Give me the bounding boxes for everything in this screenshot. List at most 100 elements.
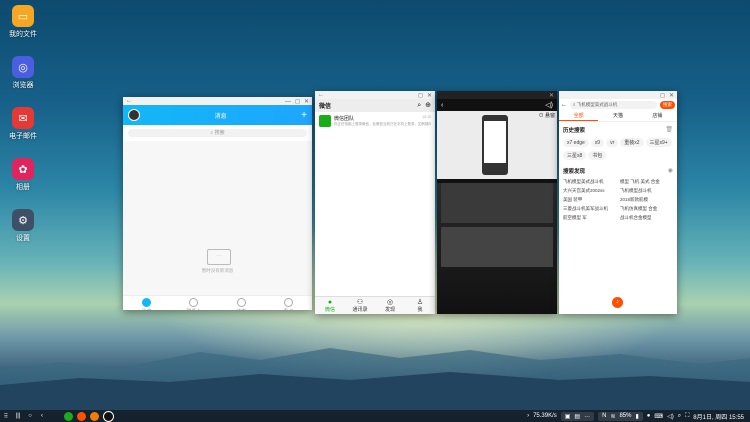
- qq-header-title: 消息: [214, 113, 227, 120]
- wechat-tab[interactable]: ◎ 发现: [375, 298, 405, 313]
- minimize-icon[interactable]: —: [285, 99, 291, 105]
- back-icon[interactable]: ‹: [36, 413, 48, 419]
- tab-label: 通讯录: [352, 307, 368, 313]
- wechat-team-avatar: [319, 115, 331, 127]
- mountain-silhouette: [0, 348, 750, 410]
- trash-icon[interactable]: 🗑: [665, 126, 673, 134]
- history-chip[interactable]: 三星s8: [563, 151, 587, 160]
- video-feed: [437, 183, 557, 313]
- apps-grid-icon[interactable]: ⠿: [0, 413, 12, 420]
- back-icon[interactable]: ‹: [441, 102, 443, 109]
- search-input[interactable]: ⌕ 飞机模型美式战斗机: [570, 101, 657, 109]
- discover-item[interactable]: 战斗机合金模型: [620, 213, 673, 222]
- wechat-title: 微信: [319, 104, 332, 110]
- wechat-tab[interactable]: ⚇ 通讯录: [345, 298, 375, 313]
- qq-tab[interactable]: 联系人: [170, 296, 217, 310]
- eye-icon[interactable]: ◉: [668, 167, 673, 175]
- sound-icon[interactable]: ◁): [667, 413, 674, 420]
- wechat-app-icon[interactable]: [64, 411, 73, 421]
- avatar[interactable]: [128, 109, 140, 121]
- taobao-app-icon[interactable]: [77, 411, 86, 421]
- qq-search-bar[interactable]: ⌕ 搜索: [128, 129, 307, 137]
- back-icon[interactable]: ←: [126, 98, 132, 104]
- desktop-icon[interactable]: ◎ 浏览器: [6, 56, 40, 90]
- status-group[interactable]: N ≋ 85% ▮: [598, 411, 643, 421]
- tab-icon: [283, 298, 293, 307]
- screenshot-icon: ▣: [564, 413, 571, 420]
- search-tab[interactable]: 店铺: [638, 111, 677, 121]
- wechat-tab[interactable]: ♙ 我: [405, 298, 435, 313]
- qq-tab[interactable]: 动态: [218, 296, 265, 310]
- recent-apps-icon[interactable]: |||: [12, 413, 24, 419]
- floating-window-button[interactable]: ⊙ 悬窗: [539, 112, 555, 119]
- video-window: ✕ ‹ ◁) ⊙ 悬窗: [437, 91, 557, 314]
- qq-tab[interactable]: 看点: [265, 296, 312, 310]
- discover-item[interactable]: 美国 装甲: [563, 195, 616, 204]
- discover-item[interactable]: 飞机模型美式战斗机: [563, 177, 616, 186]
- video-app-icon[interactable]: [90, 411, 99, 421]
- video-frame[interactable]: ⊙ 悬窗: [437, 111, 557, 179]
- desktop-icon[interactable]: ✉ 电子邮件: [6, 107, 40, 141]
- home-icon[interactable]: ○: [24, 413, 36, 419]
- datetime: 8月1日, 周四 15:55: [693, 414, 744, 421]
- expand-icon[interactable]: ›: [527, 413, 529, 419]
- search-button[interactable]: 搜索: [660, 101, 675, 109]
- maximize-icon[interactable]: ◻: [295, 99, 300, 105]
- discover-item[interactable]: 航空模型 军: [563, 213, 616, 222]
- voice-search-icon[interactable]: ♪: [612, 297, 623, 308]
- tab-label: 我: [417, 307, 423, 313]
- discover-title: 搜索发现: [563, 169, 586, 175]
- maximize-icon[interactable]: ◻: [660, 93, 665, 99]
- notification-group[interactable]: ▣ ▤…: [560, 411, 595, 421]
- discover-item[interactable]: 模型 飞机 美式 合金: [620, 177, 673, 186]
- desktop-icon[interactable]: ▭ 我的文件: [6, 5, 40, 39]
- search-query: 飞机模型美式战斗机: [576, 102, 618, 107]
- qq-app-icon[interactable]: [103, 410, 114, 422]
- discover-item[interactable]: 大兴天宫美式2002ss: [563, 186, 616, 195]
- desktop-icon-label: 设置: [16, 235, 30, 242]
- history-list: x7 edge x9 vr 重装x2 三星s9+ 三星s8 书包: [559, 134, 677, 164]
- keyboard-icon[interactable]: ⌨: [654, 413, 663, 420]
- add-icon[interactable]: +: [301, 110, 307, 121]
- back-icon[interactable]: ←: [318, 92, 324, 98]
- discover-item[interactable]: 三菱战斗机美军战斗机: [563, 204, 616, 213]
- discover-item[interactable]: 飞机模型战斗机: [620, 186, 673, 195]
- chat-list-item[interactable]: 微信团队 你正在电脑上登录微信，此微信当前已在手机上登录，如有疑问… 10:10: [315, 112, 435, 130]
- close-icon[interactable]: ✕: [304, 99, 309, 105]
- search-tab[interactable]: 全部: [559, 111, 599, 121]
- gallery-icon: ▤: [574, 413, 581, 420]
- capture-icon[interactable]: ⛶: [685, 413, 689, 420]
- empty-text: 暂时没有新消息: [201, 268, 234, 273]
- close-icon[interactable]: ✕: [427, 93, 432, 99]
- search-titlebar: ◻ ✕: [559, 91, 677, 99]
- history-chip[interactable]: 三星s9+: [645, 138, 672, 147]
- search-icon[interactable]: ⌕: [678, 413, 681, 420]
- desktop-icon[interactable]: ✿ 相册: [6, 158, 40, 192]
- back-icon[interactable]: ←: [561, 102, 567, 108]
- close-icon[interactable]: ✕: [549, 93, 554, 99]
- history-chip[interactable]: 重装x2: [620, 138, 644, 147]
- add-circle-icon[interactable]: ⊕: [425, 102, 431, 109]
- search-icon[interactable]: ⌕: [417, 102, 421, 109]
- chat-icon: ●: [327, 298, 333, 306]
- history-chip[interactable]: x9: [590, 139, 605, 147]
- discover-item[interactable]: 2018新款航模: [620, 195, 673, 204]
- tab-label: 联系人: [186, 309, 201, 310]
- search-tab[interactable]: 天猫: [598, 111, 637, 121]
- notification-icon[interactable]: ●: [647, 413, 651, 419]
- history-chip[interactable]: 书包: [588, 151, 607, 160]
- volume-icon[interactable]: ◁): [545, 101, 553, 109]
- maximize-icon[interactable]: ◻: [418, 93, 423, 99]
- discover-item[interactable]: 飞机仿真模型 合金: [620, 204, 673, 213]
- wechat-tab[interactable]: ● 微信: [315, 299, 345, 313]
- qq-tab[interactable]: 消息: [123, 296, 170, 310]
- tab-icon: [236, 298, 246, 307]
- qq-titlebar: ← — ◻ ✕: [123, 97, 312, 105]
- taskbar: ⠿ ||| ○ ‹ › 75.39K/s ▣ ▤… N ≋ 85% ▮ ● ⌨ ◁) ⌕…: [0, 410, 750, 422]
- history-chip[interactable]: x7 edge: [563, 139, 589, 147]
- close-icon[interactable]: ✕: [669, 93, 674, 99]
- desktop-icon-label: 相册: [16, 184, 30, 191]
- net-speed: 75.39K/s: [533, 413, 557, 419]
- history-chip[interactable]: vr: [606, 139, 619, 147]
- desktop-icon[interactable]: ⚙ 设置: [6, 209, 40, 243]
